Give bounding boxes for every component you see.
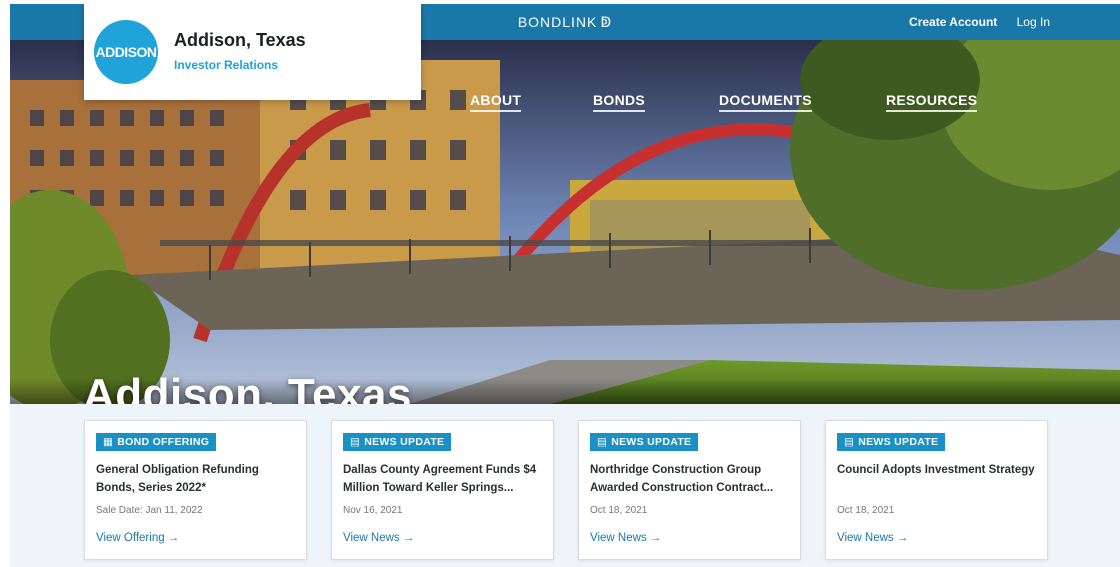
card-badge: ▤ NEWS UPDATE [343, 433, 452, 451]
nav-resources[interactable]: RESOURCES [886, 92, 978, 112]
issuer-name: Addison, Texas [174, 30, 306, 50]
card-date: Oct 18, 2021 [590, 505, 648, 516]
offering-icon: ▦ [103, 436, 114, 448]
card-title: Dallas County Agreement Funds $4 Million… [343, 464, 537, 494]
card-news-1[interactable]: ▤ NEWS UPDATE Dallas County Agreement Fun… [331, 420, 554, 560]
card-badge: ▤ NEWS UPDATE [590, 433, 699, 451]
bondlink-swirl-icon: ↁ [600, 14, 613, 30]
featured-cards: ▦ BOND OFFERING General Obligation Refund… [10, 404, 1120, 567]
card-badge: ▦ BOND OFFERING [96, 433, 217, 451]
nav-about[interactable]: ABOUT [470, 92, 522, 112]
account-links: Create Account Log In [893, 4, 1050, 40]
create-account-link[interactable]: Create Account [909, 15, 997, 29]
view-news-link[interactable]: View News → [590, 532, 661, 544]
card-title: General Obligation Refunding Bonds, Seri… [96, 464, 259, 494]
nav-bonds[interactable]: BONDS [593, 92, 646, 112]
issuer-logo-card[interactable]: ADDISON Addison, Texas Investor Relation… [84, 4, 421, 100]
view-news-link[interactable]: View News → [343, 532, 414, 544]
addison-logo: ADDISON [94, 20, 158, 84]
news-icon: ▤ [844, 436, 855, 448]
card-date: Sale Date: Jan 11, 2022 [96, 505, 203, 516]
card-title: Council Adopts Investment Strategy [837, 464, 1035, 476]
card-date: Nov 16, 2021 [343, 505, 403, 516]
card-news-3[interactable]: ▤ NEWS UPDATE Council Adopts Investment S… [825, 420, 1048, 560]
news-icon: ▤ [350, 436, 361, 448]
view-offering-link[interactable]: View Offering → [96, 532, 179, 544]
card-date: Oct 18, 2021 [837, 505, 895, 516]
hero-title: Addison, Texas [83, 370, 412, 404]
page: BONDLINK ↁ Create Account Log In ABOUT B… [10, 4, 1120, 567]
brand-text: BONDLINK [517, 14, 598, 30]
view-news-link[interactable]: View News → [837, 532, 908, 544]
log-in-link[interactable]: Log In [1017, 15, 1050, 29]
card-title: Northridge Construction Group Awarded Co… [590, 464, 774, 494]
issuer-subtitle: Investor Relations [174, 58, 279, 72]
card-bond-offering[interactable]: ▦ BOND OFFERING General Obligation Refund… [84, 420, 307, 560]
nav-documents[interactable]: DOCUMENTS [719, 92, 812, 112]
news-icon: ▤ [597, 436, 608, 448]
card-news-2[interactable]: ▤ NEWS UPDATE Northridge Construction Gro… [578, 420, 801, 560]
card-badge: ▤ NEWS UPDATE [837, 433, 946, 451]
